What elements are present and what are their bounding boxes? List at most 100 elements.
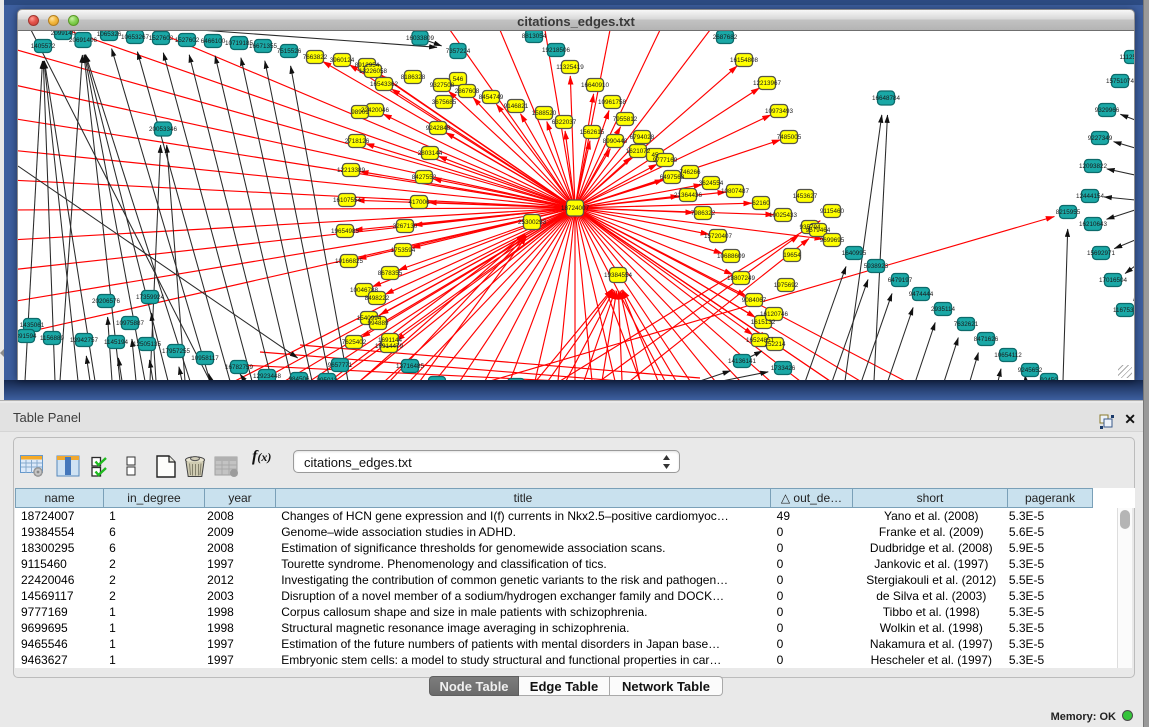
svg-text:14136141: 14136141 — [728, 358, 757, 365]
svg-text:10973493: 10973493 — [765, 108, 794, 115]
svg-text:25300293: 25300293 — [518, 219, 547, 226]
svg-text:9146821: 9146821 — [504, 103, 529, 110]
svg-text:8427552: 8427552 — [412, 174, 437, 181]
svg-text:12213389: 12213389 — [337, 167, 366, 174]
svg-text:1733426: 1733426 — [771, 365, 796, 372]
svg-text:3624554: 3624554 — [699, 180, 724, 187]
svg-text:7515526: 7515526 — [277, 48, 302, 55]
svg-text:16914479: 16914479 — [375, 343, 404, 350]
svg-text:7357224: 7357224 — [446, 48, 471, 55]
svg-text:9227349: 9227349 — [1088, 135, 1113, 142]
svg-text:20691406: 20691406 — [69, 37, 98, 44]
svg-text:1621072: 1621072 — [626, 148, 651, 155]
svg-text:8471626: 8471626 — [974, 336, 999, 343]
svg-text:9329966: 9329966 — [1095, 107, 1120, 114]
svg-text:9245652: 9245652 — [1018, 367, 1043, 374]
svg-text:3675685: 3675685 — [432, 99, 457, 106]
svg-text:2718126: 2718126 — [345, 138, 370, 145]
svg-text:7955812: 7955812 — [613, 116, 638, 123]
svg-text:18724007: 18724007 — [561, 205, 590, 212]
svg-text:994889: 994889 — [367, 320, 389, 327]
svg-text:9699695: 9699695 — [820, 237, 845, 244]
svg-text:16120746: 16120746 — [760, 311, 789, 318]
svg-text:9777169: 9777169 — [653, 157, 678, 164]
svg-text:1562615: 1562615 — [580, 129, 605, 136]
svg-text:13226058: 13226058 — [359, 68, 388, 75]
svg-text:6794028: 6794028 — [630, 134, 655, 141]
svg-text:10975887: 10975887 — [116, 320, 145, 327]
svg-text:1527602: 1527602 — [175, 37, 200, 44]
svg-text:13942757: 13942757 — [70, 337, 99, 344]
svg-text:12923448: 12923448 — [253, 373, 282, 380]
svg-text:995013: 995013 — [316, 377, 338, 380]
svg-text:16671355: 16671355 — [249, 43, 278, 50]
svg-text:16154808: 16154808 — [730, 57, 759, 64]
svg-text:13716485: 13716485 — [396, 363, 425, 370]
svg-text:7625402: 7625402 — [342, 339, 367, 346]
svg-text:8678355: 8678355 — [378, 270, 403, 277]
svg-text:8498222: 8498222 — [365, 295, 390, 302]
svg-text:1405572: 1405572 — [31, 43, 56, 50]
svg-text:16640910: 16640910 — [581, 82, 610, 89]
svg-text:9474444: 9474444 — [909, 291, 934, 298]
svg-text:12505135: 12505135 — [133, 341, 162, 348]
svg-text:92450: 92450 — [1040, 377, 1058, 380]
svg-text:6466100: 6466100 — [201, 38, 226, 45]
svg-text:16543362: 16543362 — [370, 81, 399, 88]
svg-text:16033809: 16033809 — [406, 35, 435, 42]
svg-text:7632621: 7632621 — [954, 321, 979, 328]
svg-text:746266: 746266 — [679, 169, 701, 176]
svg-text:10688609: 10688609 — [717, 253, 746, 260]
svg-text:17359924: 17359924 — [136, 294, 165, 301]
svg-text:252214: 252214 — [764, 341, 786, 348]
svg-text:1156889: 1156889 — [40, 335, 65, 342]
svg-text:1435061: 1435061 — [20, 322, 45, 329]
svg-text:10653267: 10653267 — [121, 34, 150, 41]
svg-text:10046788: 10046788 — [350, 287, 379, 294]
svg-text:1691144: 1691144 — [378, 337, 403, 344]
svg-text:5938923: 5938923 — [864, 263, 889, 270]
svg-text:16782759: 16782759 — [225, 364, 254, 371]
svg-text:98901: 98901 — [351, 109, 369, 116]
svg-text:1588520: 1588520 — [532, 110, 557, 117]
svg-text:1615132: 1615132 — [751, 319, 776, 326]
svg-text:10958117: 10958117 — [191, 355, 219, 362]
svg-text:7986322: 7986322 — [691, 210, 716, 217]
svg-text:17957255: 17957255 — [162, 348, 191, 355]
svg-text:19654985: 19654985 — [331, 228, 360, 235]
svg-text:9579464: 9579464 — [806, 227, 831, 234]
svg-text:1065326: 1065326 — [97, 31, 122, 38]
svg-text:17016504: 17016504 — [1099, 277, 1128, 284]
svg-text:9327508: 9327508 — [430, 82, 455, 89]
svg-text:417006: 417006 — [408, 199, 430, 206]
svg-text:2687682: 2687682 — [713, 34, 738, 41]
svg-text:9084067: 9084067 — [742, 297, 767, 304]
svg-text:11125419: 11125419 — [1119, 54, 1135, 61]
svg-text:2867608: 2867608 — [455, 88, 480, 95]
svg-text:9242848: 9242848 — [426, 125, 451, 132]
svg-text:21364436: 21364436 — [674, 192, 703, 199]
svg-text:1167533: 1167533 — [1113, 307, 1135, 314]
svg-text:19654: 19654 — [783, 252, 801, 259]
svg-text:8813054: 8813054 — [522, 33, 547, 40]
svg-text:10961758: 10961758 — [598, 99, 627, 106]
svg-text:1975692: 1975692 — [774, 282, 799, 289]
svg-text:16210643: 16210643 — [1079, 221, 1108, 228]
svg-text:984506: 984506 — [288, 376, 310, 380]
svg-text:10654112: 10654112 — [994, 352, 1022, 359]
svg-text:1145194: 1145194 — [104, 339, 129, 346]
svg-text:18807249: 18807249 — [727, 275, 756, 282]
svg-text:6322037: 6322037 — [552, 119, 577, 126]
svg-text:15692971: 15692971 — [1087, 250, 1116, 257]
svg-text:19166825: 19166825 — [335, 258, 364, 265]
svg-text:62160: 62160 — [752, 200, 770, 207]
svg-text:16107554: 16107554 — [333, 197, 362, 204]
svg-text:2935114: 2935114 — [931, 306, 956, 313]
svg-text:8454749: 8454749 — [479, 94, 504, 101]
svg-text:19384554: 19384554 — [604, 272, 633, 279]
svg-text:7663822: 7663822 — [303, 54, 328, 61]
svg-text:19218506: 19218506 — [542, 47, 571, 54]
svg-text:2803144: 2803144 — [418, 150, 443, 157]
svg-text:3267130: 3267130 — [393, 223, 418, 230]
svg-text:10807487: 10807487 — [721, 188, 750, 195]
